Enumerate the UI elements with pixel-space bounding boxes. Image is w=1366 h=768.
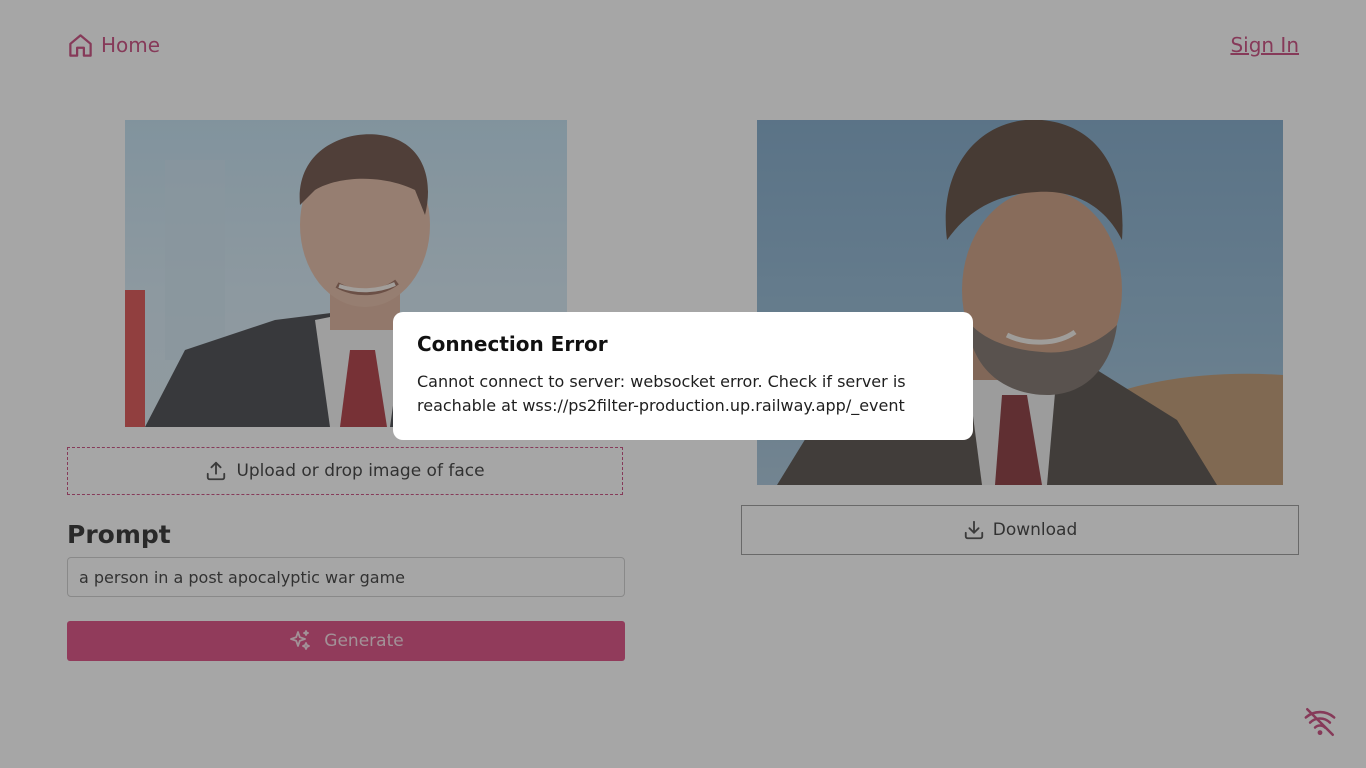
app-page: Home Sign In Upload or drop image of fac… bbox=[0, 0, 1366, 768]
connection-error-dialog: Connection Error Cannot connect to serve… bbox=[393, 312, 973, 440]
dialog-message: Cannot connect to server: websocket erro… bbox=[417, 372, 906, 415]
dialog-title: Connection Error bbox=[417, 332, 608, 356]
